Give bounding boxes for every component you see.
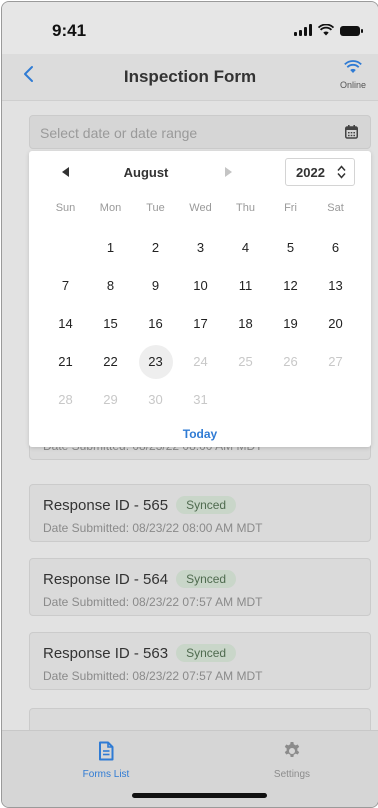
calendar-day-disabled: 24: [193, 354, 208, 369]
calendar-day[interactable]: 6: [319, 231, 353, 265]
calendar-day[interactable]: 20: [319, 307, 353, 341]
status-bar: 9:41: [2, 2, 378, 54]
calendar-day-selected[interactable]: 23: [138, 345, 173, 379]
calendar-day[interactable]: 4: [229, 231, 263, 265]
calendar-day[interactable]: 13: [319, 269, 353, 303]
response-id: Response ID - 565: [43, 497, 169, 514]
calendar-day[interactable]: 16: [139, 307, 173, 341]
calendar-day[interactable]: 12: [274, 269, 308, 303]
year-value: 2022: [296, 165, 325, 180]
weekday-header: Sun Mon Tue Wed Thu Fri Sat: [43, 202, 359, 214]
date-range-input[interactable]: [38, 116, 332, 150]
calendar-day[interactable]: 22: [94, 345, 128, 379]
calendar-day[interactable]: 11: [229, 269, 263, 303]
wifi-status-icon: [318, 24, 334, 36]
calendar-day[interactable]: 7: [49, 269, 83, 303]
calendar-day-disabled: 25: [238, 354, 253, 369]
status-icons: [294, 24, 363, 36]
response-card[interactable]: Response ID - 564 Synced Date Submitted: …: [29, 558, 371, 616]
today-button[interactable]: Today: [29, 427, 371, 441]
calendar-day-disabled: 27: [328, 354, 343, 369]
weekday-label: Thu: [236, 202, 255, 214]
weekday-label: Fri: [284, 202, 297, 214]
page-title: Inspection Form: [123, 67, 257, 86]
calendar-day[interactable]: 19: [274, 307, 308, 341]
online-label: Online: [339, 80, 366, 90]
month-label: August: [123, 165, 169, 180]
tab-bar: Forms List Settings: [2, 730, 378, 807]
calendar-day-disabled: 29: [103, 392, 118, 407]
weekday-label: Wed: [189, 202, 212, 214]
response-title: Response ID - 565 Synced: [43, 496, 237, 514]
wifi-icon: [344, 60, 362, 73]
response-id: Response ID - 564: [43, 571, 169, 588]
home-indicator: [132, 793, 267, 798]
tab-settings[interactable]: Settings: [232, 741, 352, 780]
status-badge: Synced: [176, 496, 237, 514]
calendar-week: 14 15 16 17 18 19 20: [43, 307, 359, 345]
status-badge: Synced: [176, 644, 237, 662]
weekday-label: Tue: [146, 202, 165, 214]
calendar-day[interactable]: 14: [49, 307, 83, 341]
document-icon: [99, 741, 114, 761]
calendar-day-disabled: 31: [193, 392, 208, 407]
calendar-day[interactable]: 3: [184, 231, 218, 265]
calendar-day[interactable]: 9: [139, 269, 173, 303]
date-range-field[interactable]: [29, 115, 371, 150]
calendar-day[interactable]: 17: [184, 307, 218, 341]
calendar-day-disabled: 26: [283, 354, 298, 369]
calendar-day[interactable]: 2: [139, 231, 173, 265]
response-card[interactable]: Response ID - 565 Synced Date Submitted: …: [29, 484, 371, 542]
status-time: 9:41: [52, 21, 87, 40]
weekday-label: Sat: [327, 202, 344, 214]
calendar-day[interactable]: 15: [94, 307, 128, 341]
tab-label: Settings: [273, 769, 311, 780]
calendar-week: 28 29 30 31: [43, 383, 359, 421]
calendar-week: 7 8 9 10 11 12 13: [43, 269, 359, 307]
cellular-signal-icon: [294, 24, 312, 36]
prev-month-arrow-icon[interactable]: [59, 165, 73, 179]
calendar-day[interactable]: 10: [184, 269, 218, 303]
date-picker: August 2022 Sun Mon Tue Wed Thu Fri Sat …: [29, 151, 371, 447]
calendar-day[interactable]: 8: [94, 269, 128, 303]
tab-forms-list[interactable]: Forms List: [46, 741, 166, 780]
weekday-label: Sun: [55, 202, 76, 214]
calendar-day-disabled: 28: [58, 392, 73, 407]
tab-label: Forms List: [82, 769, 130, 780]
next-month-arrow-icon[interactable]: [221, 165, 235, 179]
status-badge: Synced: [176, 570, 237, 588]
response-date: Date Submitted: 08/23/22 07:57 AM MDT: [43, 669, 263, 683]
nav-header: Inspection Form Online: [2, 54, 378, 101]
response-date: Date Submitted: 08/23/22 08:00 AM MDT: [43, 521, 263, 535]
response-card[interactable]: Response ID - 563 Synced Date Submitted: …: [29, 632, 371, 690]
calendar-day-disabled: 30: [148, 392, 163, 407]
weekday-label: Mon: [99, 202, 122, 214]
calendar-week: 21 22 23 24 25 26 27: [43, 345, 359, 383]
battery-icon: [340, 26, 363, 36]
phone-screen: 9:41 Inspection Form Online Select date …: [1, 1, 378, 808]
calendar-icon[interactable]: [345, 125, 358, 139]
calendar-day[interactable]: 5: [274, 231, 308, 265]
calendar-day[interactable]: 21: [49, 345, 83, 379]
stepper-arrows-icon: [337, 165, 346, 179]
response-title: Response ID - 564 Synced: [43, 570, 237, 588]
calendar-grid: 1 2 3 4 5 6 7 8 9 10 11 12 13 14 15 16 1…: [43, 231, 359, 421]
year-select[interactable]: 2022: [285, 158, 355, 186]
online-indicator: Online: [336, 60, 370, 90]
response-id: Response ID - 563: [43, 645, 169, 662]
gear-icon: [284, 742, 300, 757]
calendar-day[interactable]: 18: [229, 307, 263, 341]
response-title: Response ID - 563 Synced: [43, 644, 237, 662]
calendar-day[interactable]: 1: [94, 231, 128, 265]
response-date: Date Submitted: 08/23/22 07:57 AM MDT: [43, 595, 263, 609]
calendar-week: 1 2 3 4 5 6: [43, 231, 359, 269]
